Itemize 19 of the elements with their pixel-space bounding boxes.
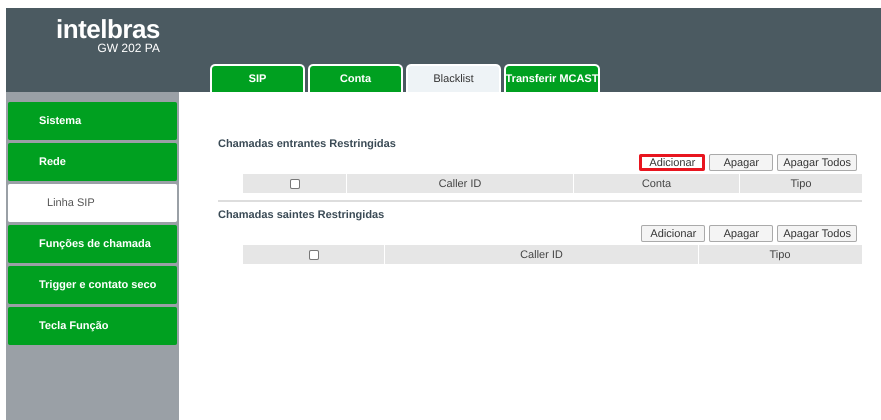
action-button[interactable]: Apagar Todos	[777, 154, 857, 171]
sidebar-item[interactable]: Linha SIP	[8, 184, 177, 222]
column-header: Tipo	[790, 178, 812, 190]
select-all-checkbox[interactable]	[308, 250, 318, 260]
action-button[interactable]: Apagar Todos	[777, 225, 857, 242]
column-header: Caller ID	[438, 178, 482, 190]
select-all-checkbox[interactable]	[290, 178, 300, 188]
logo: intelbras	[56, 14, 160, 44]
action-button[interactable]: Apagar	[709, 225, 774, 242]
model-name: GW 202 PA	[97, 42, 160, 54]
section-title: Chamadas entrantes Restringidas	[218, 138, 397, 152]
column-header: Conta	[642, 178, 672, 190]
action-button[interactable]: Adicionar	[641, 225, 706, 242]
action-button[interactable]: Apagar	[709, 154, 774, 171]
column-header: Caller ID	[520, 248, 563, 260]
tab[interactable]: Blacklist	[406, 64, 501, 92]
section-title: Chamadas saintes Restringidas	[218, 209, 386, 223]
action-button[interactable]: Adicionar	[639, 154, 706, 171]
column-header: Tipo	[770, 248, 790, 260]
